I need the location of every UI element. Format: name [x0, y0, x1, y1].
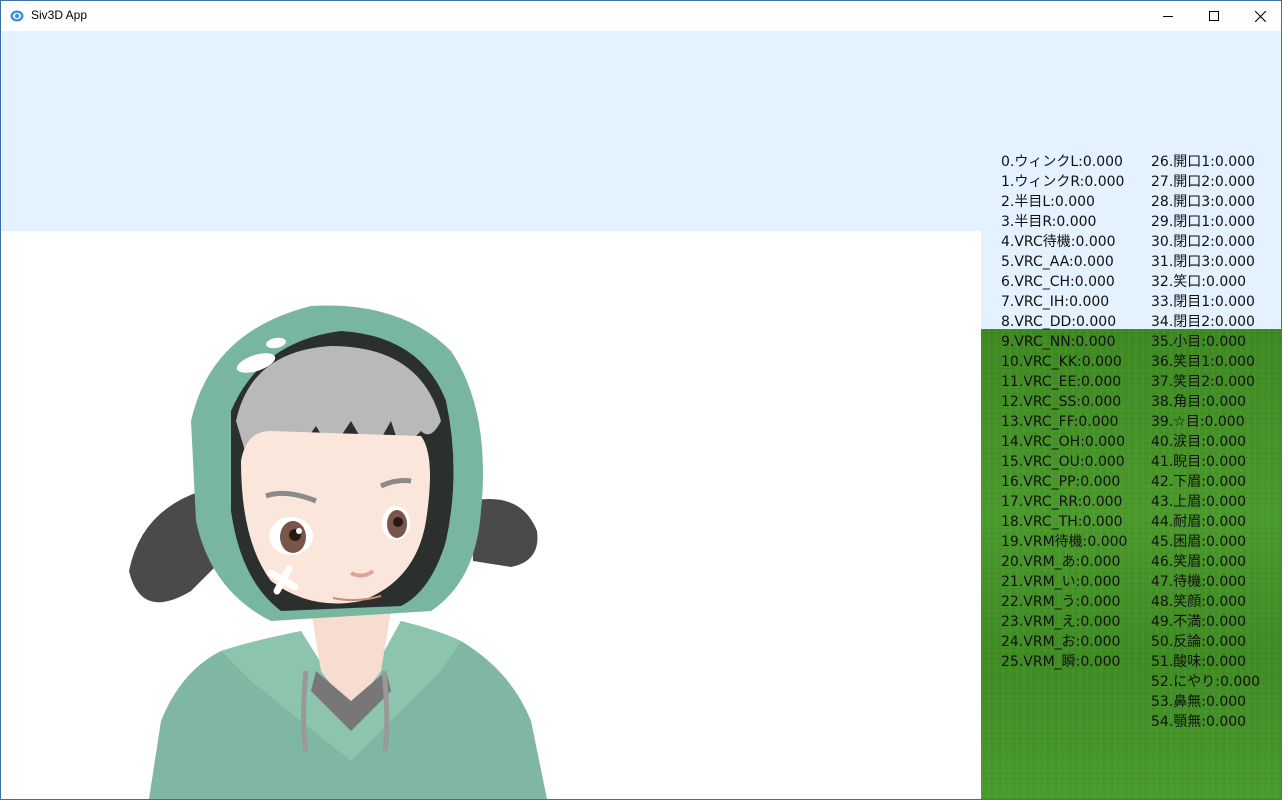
morph-value: 15.VRC_OU:0.000 — [1001, 454, 1125, 470]
morph-value: 11.VRC_EE:0.000 — [1001, 374, 1122, 390]
morph-value: 23.VRM_え:0.000 — [1001, 614, 1121, 630]
morph-value: 25.VRM_瞬:0.000 — [1001, 654, 1121, 670]
maximize-button[interactable] — [1191, 1, 1237, 31]
morph-value: 35.小目:0.000 — [1151, 334, 1247, 350]
morph-value: 33.閉目1:0.000 — [1151, 294, 1255, 310]
morph-value: 40.涙目:0.000 — [1151, 434, 1247, 450]
render-canvas[interactable]: 0.ウィンクL:0.000 1.ウィンクR:0.000 2.半目L:0.000 … — [1, 31, 1281, 799]
morph-value: 9.VRC_NN:0.000 — [1001, 334, 1116, 350]
morph-value: 16.VRC_PP:0.000 — [1001, 474, 1121, 490]
morph-list-left: 0.ウィンクL:0.000 1.ウィンクR:0.000 2.半目L:0.000 … — [1001, 152, 1127, 672]
close-icon — [1254, 10, 1266, 22]
minimize-icon — [1163, 16, 1173, 17]
morph-value: 20.VRM_あ:0.000 — [1001, 554, 1121, 570]
morph-value: 7.VRC_IH:0.000 — [1001, 294, 1110, 310]
morph-value: 45.困眉:0.000 — [1151, 534, 1247, 550]
morph-value: 10.VRC_KK:0.000 — [1001, 354, 1122, 370]
app-window: Siv3D App 0.ウィンクL:0.000 1.ウィンクR:0.000 2.… — [0, 0, 1282, 800]
title-bar[interactable]: Siv3D App — [1, 1, 1281, 31]
morph-value: 5.VRC_AA:0.000 — [1001, 254, 1114, 270]
morph-value: 37.笑目2:0.000 — [1151, 374, 1255, 390]
morph-value: 29.閉口1:0.000 — [1151, 214, 1255, 230]
minimize-button[interactable] — [1145, 1, 1191, 31]
morph-value: 34.閉目2:0.000 — [1151, 314, 1255, 330]
morph-value: 42.下眉:0.000 — [1151, 474, 1247, 490]
morph-value: 2.半目L:0.000 — [1001, 194, 1095, 210]
morph-value: 52.にやり:0.000 — [1151, 674, 1261, 690]
morph-value: 36.笑目1:0.000 — [1151, 354, 1255, 370]
morph-list-right: 26.開口1:0.000 27.開口2:0.000 28.開口3:0.000 2… — [1151, 152, 1260, 732]
morph-value: 3.半目R:0.000 — [1001, 214, 1097, 230]
morph-value: 0.ウィンクL:0.000 — [1001, 154, 1123, 170]
morph-value: 48.笑顔:0.000 — [1151, 594, 1247, 610]
morph-value: 26.開口1:0.000 — [1151, 154, 1255, 170]
window-title: Siv3D App — [31, 8, 88, 22]
morph-value: 21.VRM_い:0.000 — [1001, 574, 1121, 590]
morph-value: 4.VRC待機:0.000 — [1001, 234, 1116, 250]
maximize-icon — [1209, 11, 1219, 21]
morph-value: 47.待機:0.000 — [1151, 574, 1247, 590]
morph-value: 8.VRC_DD:0.000 — [1001, 314, 1117, 330]
morph-value: 32.笑口:0.000 — [1151, 274, 1247, 290]
morph-value: 27.開口2:0.000 — [1151, 174, 1255, 190]
morph-value: 53.鼻無:0.000 — [1151, 694, 1247, 710]
morph-value: 24.VRM_お:0.000 — [1001, 634, 1121, 650]
siv3d-app-icon — [10, 10, 24, 22]
morph-value: 41.睨目:0.000 — [1151, 454, 1247, 470]
morph-value: 51.酸味:0.000 — [1151, 654, 1247, 670]
morph-value: 44.耐眉:0.000 — [1151, 514, 1247, 530]
morph-value: 30.閉口2:0.000 — [1151, 234, 1255, 250]
morph-value: 14.VRC_OH:0.000 — [1001, 434, 1125, 450]
morph-value: 1.ウィンクR:0.000 — [1001, 174, 1125, 190]
morph-value: 46.笑眉:0.000 — [1151, 554, 1247, 570]
morph-value: 50.反論:0.000 — [1151, 634, 1247, 650]
morph-value: 38.角目:0.000 — [1151, 394, 1247, 410]
morph-value: 39.☆目:0.000 — [1151, 414, 1245, 430]
avatar-model — [129, 305, 547, 799]
morph-value: 18.VRC_TH:0.000 — [1001, 514, 1123, 530]
morph-value: 6.VRC_CH:0.000 — [1001, 274, 1115, 290]
morph-value: 12.VRC_SS:0.000 — [1001, 394, 1122, 410]
morph-value: 19.VRM待機:0.000 — [1001, 534, 1128, 550]
morph-value: 54.顎無:0.000 — [1151, 714, 1247, 730]
close-button[interactable] — [1237, 1, 1281, 31]
morph-value: 49.不満:0.000 — [1151, 614, 1247, 630]
morph-value: 22.VRM_う:0.000 — [1001, 594, 1121, 610]
morph-value: 28.開口3:0.000 — [1151, 194, 1255, 210]
morph-value: 43.上眉:0.000 — [1151, 494, 1247, 510]
morph-value: 31.閉口3:0.000 — [1151, 254, 1255, 270]
morph-value: 13.VRC_FF:0.000 — [1001, 414, 1119, 430]
morph-value: 17.VRC_RR:0.000 — [1001, 494, 1123, 510]
